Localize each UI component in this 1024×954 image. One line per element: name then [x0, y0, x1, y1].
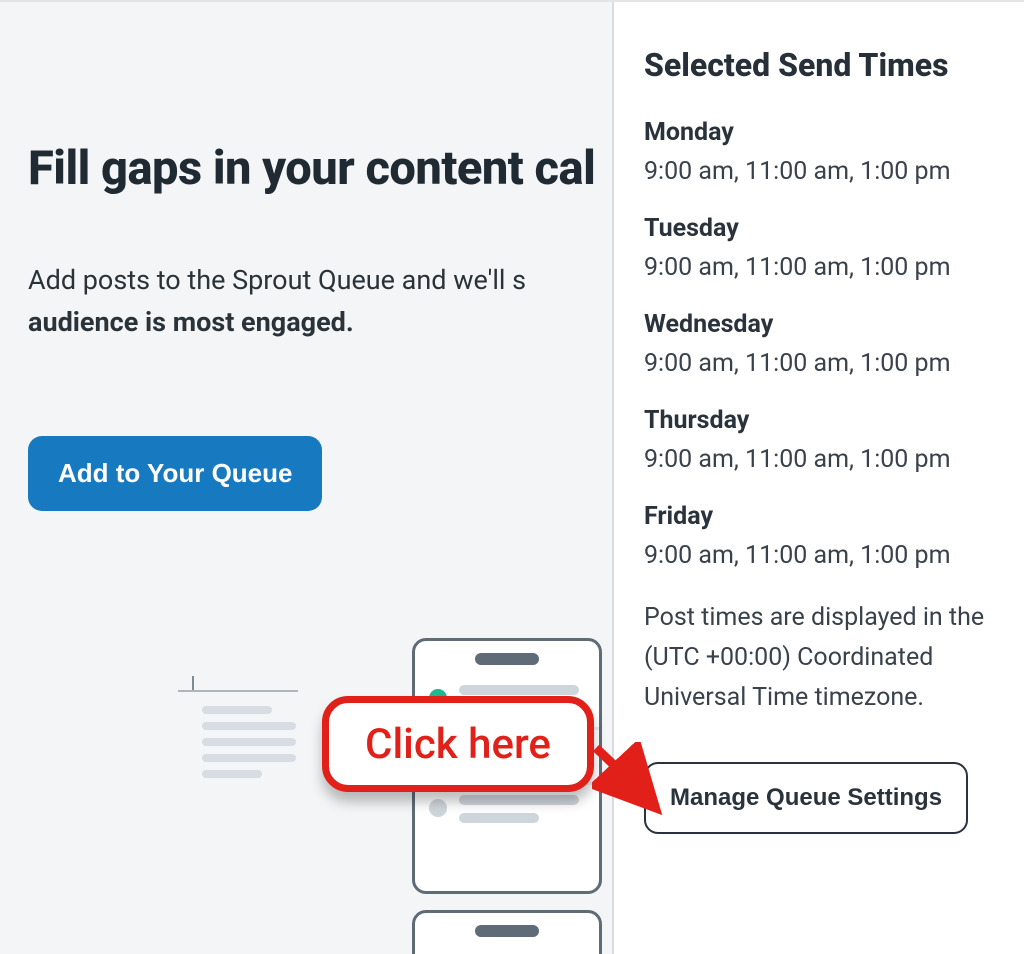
app-frame: Fill gaps in your content cal Add posts …	[0, 0, 1024, 954]
day-name: Thursday	[644, 406, 998, 435]
add-to-queue-button[interactable]: Add to Your Queue	[28, 436, 322, 511]
send-times-sidebar: Selected Send Times Monday 9:00 am, 11:0…	[612, 2, 1024, 954]
day-name: Tuesday	[644, 214, 998, 243]
main-content: Fill gaps in your content cal Add posts …	[0, 2, 614, 954]
day-times: 9:00 am, 11:00 am, 1:00 pm	[644, 445, 998, 474]
day-wednesday: Wednesday 9:00 am, 11:00 am, 1:00 pm	[644, 310, 998, 378]
day-name: Wednesday	[644, 310, 998, 339]
sidebar-title: Selected Send Times	[644, 46, 998, 84]
lead-text-line1: Add posts to the Sprout Queue and we'll …	[28, 264, 526, 296]
illustration-card-2	[412, 910, 602, 954]
day-thursday: Thursday 9:00 am, 11:00 am, 1:00 pm	[644, 406, 998, 474]
day-times: 9:00 am, 11:00 am, 1:00 pm	[644, 253, 998, 282]
day-monday: Monday 9:00 am, 11:00 am, 1:00 pm	[644, 118, 998, 186]
manage-queue-settings-button[interactable]: Manage Queue Settings	[644, 762, 968, 834]
annotation-callout-text: Click here	[365, 720, 551, 769]
page-heading: Fill gaps in your content cal	[28, 142, 614, 196]
day-times: 9:00 am, 11:00 am, 1:00 pm	[644, 157, 998, 186]
timezone-note: Post times are displayed in the (UTC +00…	[644, 598, 998, 718]
day-times: 9:00 am, 11:00 am, 1:00 pm	[644, 349, 998, 378]
day-friday: Friday 9:00 am, 11:00 am, 1:00 pm	[644, 502, 998, 570]
day-times: 9:00 am, 11:00 am, 1:00 pm	[644, 541, 998, 570]
day-tuesday: Tuesday 9:00 am, 11:00 am, 1:00 pm	[644, 214, 998, 282]
annotation-callout: Click here	[322, 696, 594, 792]
day-name: Friday	[644, 502, 998, 531]
lead-text-bold: audience is most engaged.	[28, 306, 354, 338]
queue-illustration	[178, 638, 598, 954]
page-lead: Add posts to the Sprout Queue and we'll …	[28, 260, 614, 344]
day-name: Monday	[644, 118, 998, 147]
